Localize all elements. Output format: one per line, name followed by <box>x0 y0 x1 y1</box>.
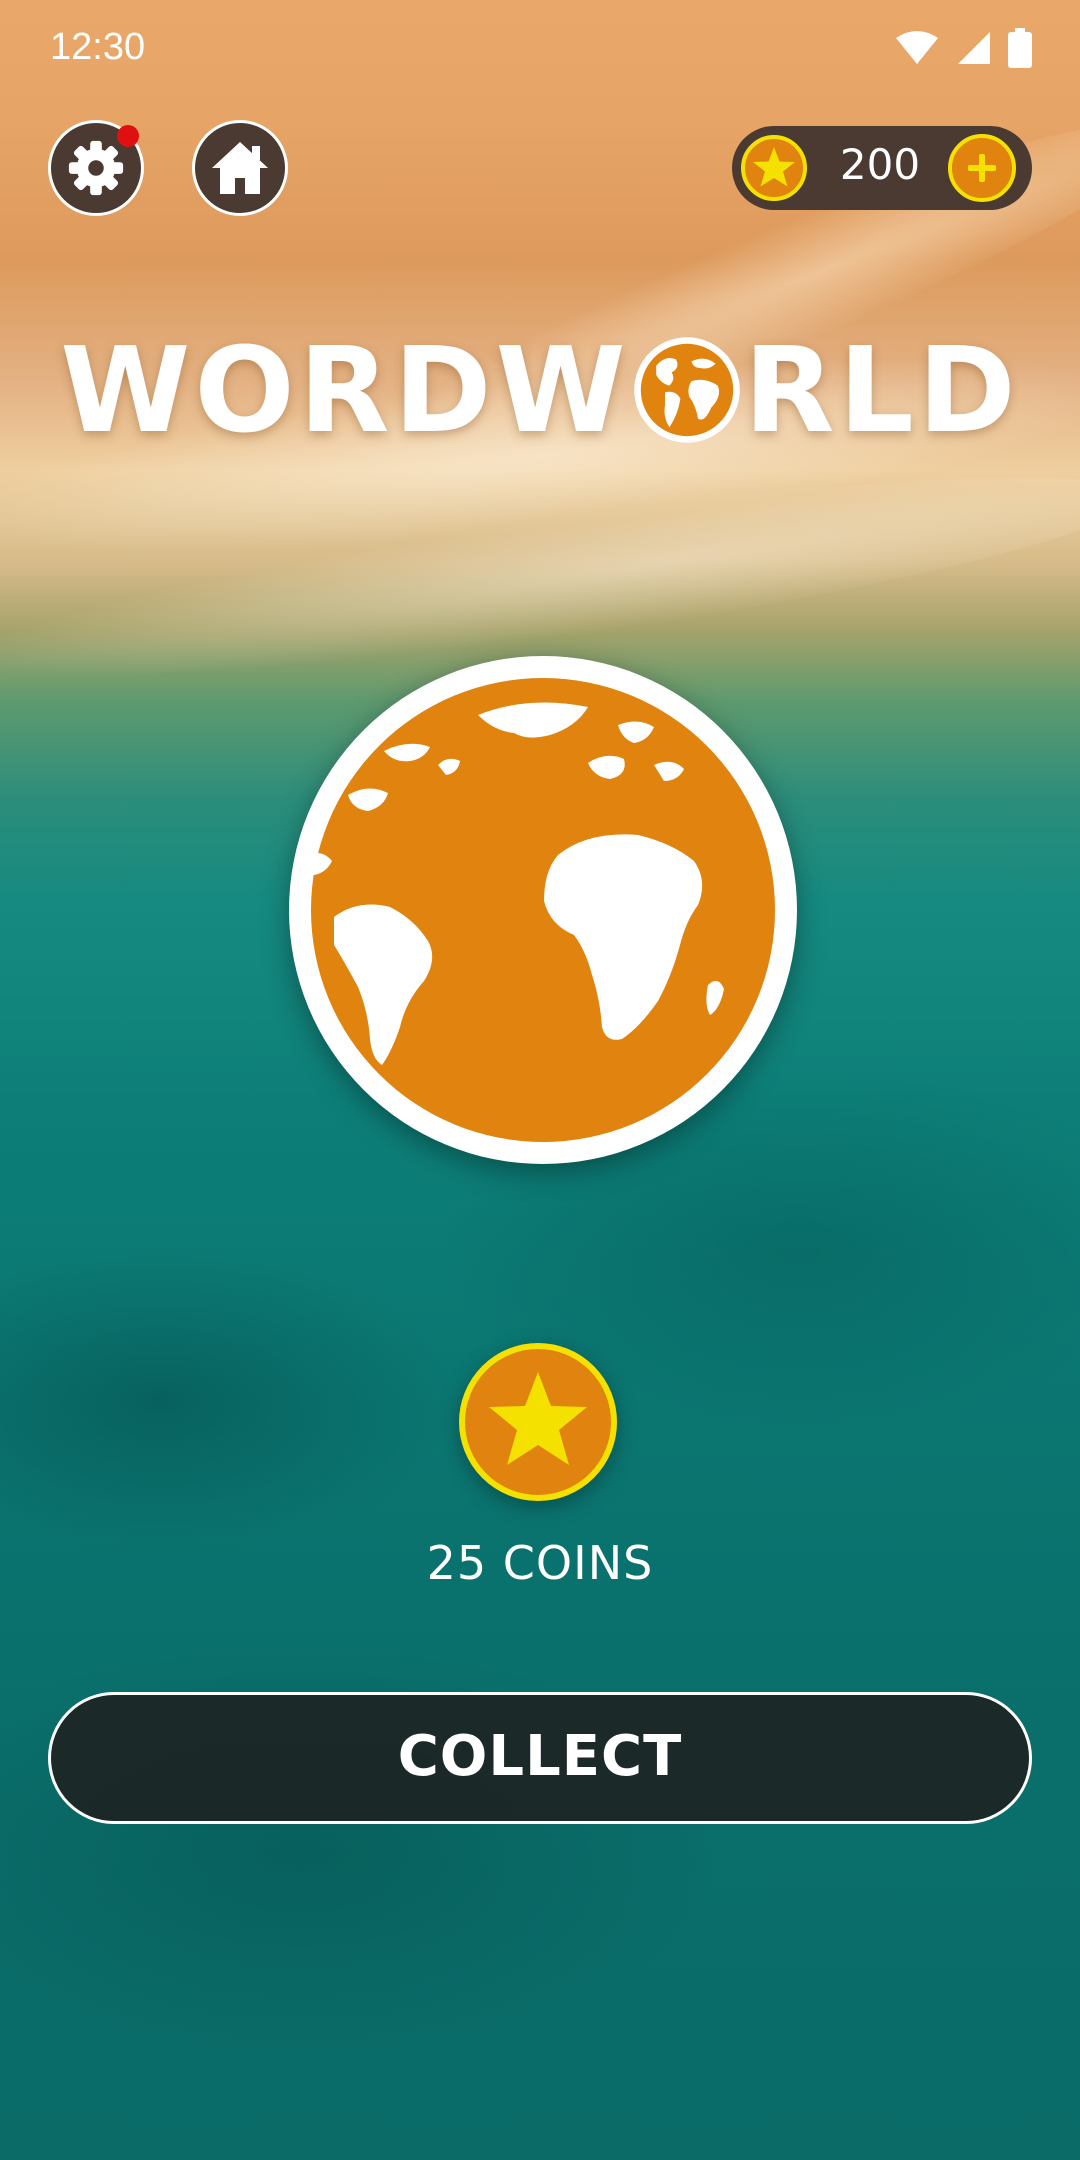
reward-screen: 12:30 200 WORDW RLD 25 COINS COLLECT <box>0 0 1080 2160</box>
add-coins-button[interactable] <box>948 134 1016 202</box>
battery-icon <box>1008 28 1032 68</box>
status-bar: 12:30 <box>0 0 1080 96</box>
logo-text-end: RLD <box>743 321 1020 459</box>
home-icon <box>212 142 268 194</box>
wifi-icon <box>896 31 938 64</box>
settings-button[interactable] <box>48 120 144 216</box>
logo-text-start: WORDW <box>60 321 630 459</box>
status-time: 12:30 <box>50 26 146 68</box>
cell-signal-icon <box>958 32 990 64</box>
gear-icon <box>68 140 124 196</box>
collect-button[interactable]: COLLECT <box>48 1692 1032 1824</box>
home-button[interactable] <box>192 120 288 216</box>
game-logo: WORDW RLD <box>0 330 1080 450</box>
globe-icon <box>289 656 797 1164</box>
coin-balance-value: 200 <box>839 140 921 189</box>
coin-balance: 200 <box>732 126 1032 210</box>
star-coin-icon <box>459 1343 617 1501</box>
status-icons <box>894 28 1032 68</box>
globe-icon <box>633 337 740 443</box>
reward-amount: 25 COINS <box>426 1536 654 1590</box>
plus-icon <box>968 154 996 182</box>
notification-dot <box>117 125 139 147</box>
star-coin-icon <box>741 135 807 201</box>
